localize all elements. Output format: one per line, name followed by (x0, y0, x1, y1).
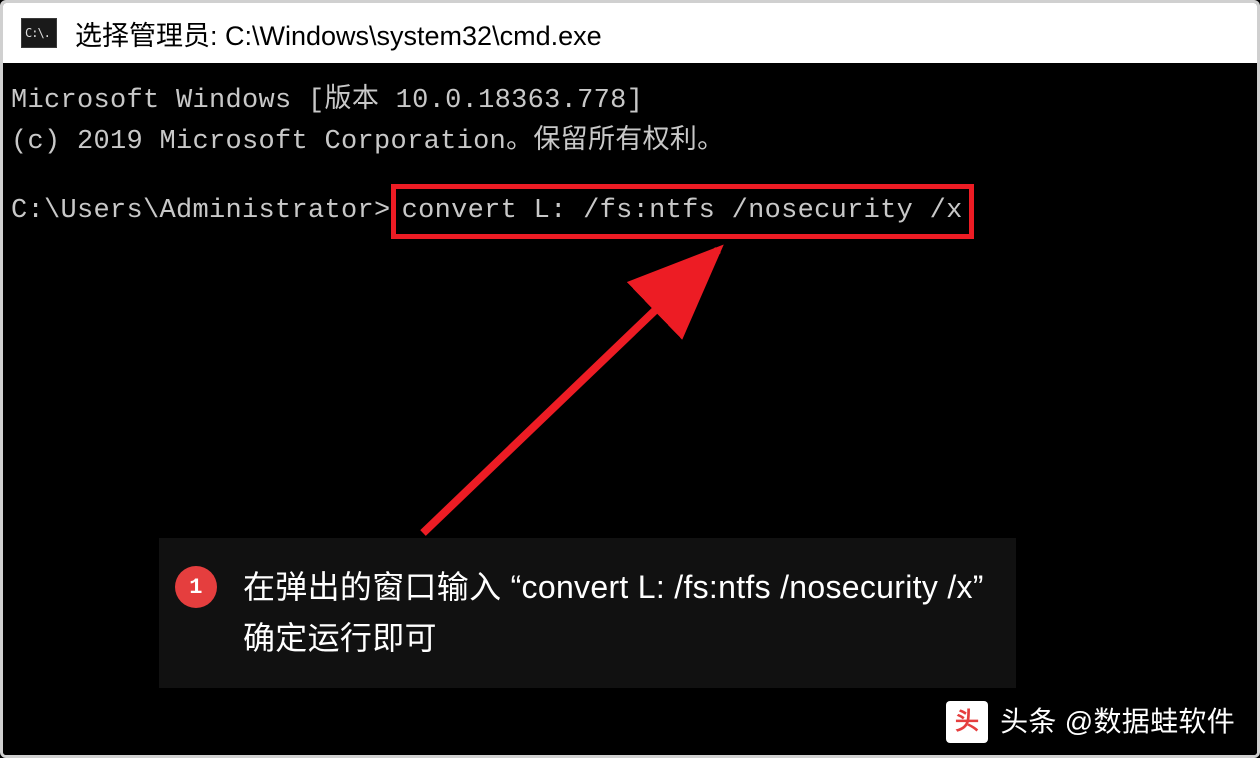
watermark-logo-icon: 头 (946, 701, 988, 743)
watermark-text: 头条 @数据蛙软件 (1000, 701, 1235, 743)
annotation-text-line2: 确定运行即可 (243, 613, 984, 664)
watermark: 头 头条 @数据蛙软件 (946, 701, 1235, 743)
terminal-copyright-line: (c) 2019 Microsoft Corporation。保留所有权利。 (11, 122, 1249, 163)
terminal-command-highlight: convert L: /fs:ntfs /nosecurity /x (391, 184, 974, 239)
annotation-arrow (408, 238, 748, 548)
terminal-prompt-line: C:\Users\Administrator>convert L: /fs:nt… (11, 184, 1249, 239)
title-bar[interactable]: C:\. 选择管理员: C:\Windows\system32\cmd.exe (3, 3, 1257, 63)
annotation-text-line1: 在弹出的窗口输入 “convert L: /fs:ntfs /nosecurit… (243, 562, 984, 613)
cmd-icon: C:\. (21, 18, 57, 48)
annotation-box: 1 在弹出的窗口输入 “convert L: /fs:ntfs /nosecur… (159, 538, 1016, 688)
annotation-text: 在弹出的窗口输入 “convert L: /fs:ntfs /nosecurit… (243, 562, 984, 664)
annotation-step-badge: 1 (175, 566, 217, 608)
terminal-area[interactable]: Microsoft Windows [版本 10.0.18363.778] (c… (3, 63, 1257, 755)
terminal-version-line: Microsoft Windows [版本 10.0.18363.778] (11, 81, 1249, 122)
window-title: 选择管理员: C:\Windows\system32\cmd.exe (75, 14, 602, 53)
terminal-prompt: C:\Users\Administrator> (11, 191, 391, 232)
